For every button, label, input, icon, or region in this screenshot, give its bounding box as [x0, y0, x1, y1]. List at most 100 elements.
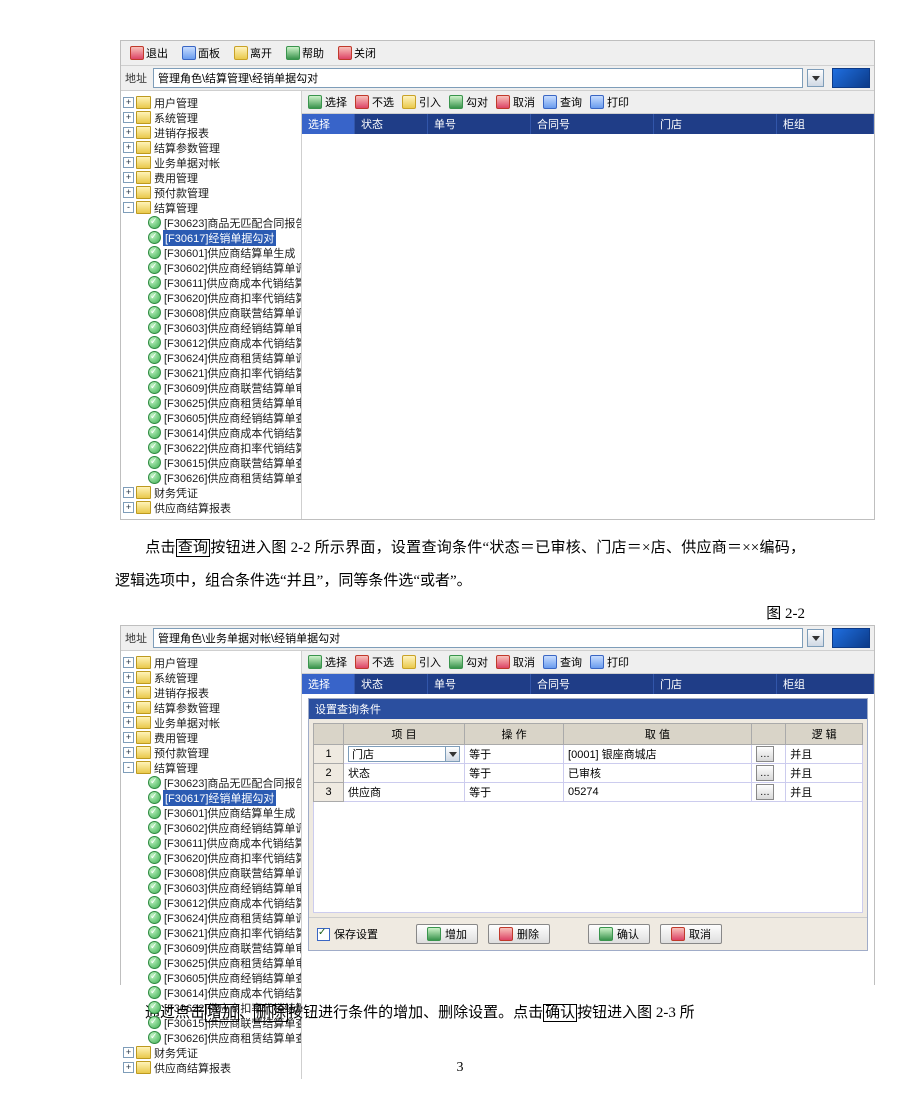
ellipsis-button[interactable]: … — [756, 765, 774, 781]
col-store[interactable]: 门店 — [654, 114, 777, 134]
tree-node[interactable]: [F30617]经销单据勾对 — [121, 230, 301, 245]
tree-node[interactable]: [F30612]供应商成本代销结算单审批 — [121, 895, 301, 910]
tree-node[interactable]: [F30611]供应商成本代销结算单调整 — [121, 835, 301, 850]
tree-node[interactable]: -结算管理 — [121, 760, 301, 775]
tree-node[interactable]: [F30624]供应商租赁结算单调整 — [121, 910, 301, 925]
col-select[interactable]: 选择 — [302, 114, 355, 134]
tree-node[interactable]: +预付款管理 — [121, 745, 301, 760]
tree-node[interactable]: [F30603]供应商经销结算单审批 — [121, 880, 301, 895]
toggle-icon[interactable]: + — [123, 1062, 134, 1073]
tree-node[interactable]: +业务单据对帐 — [121, 155, 301, 170]
tool-import[interactable]: 引入 — [402, 654, 441, 670]
tree-node[interactable]: +费用管理 — [121, 730, 301, 745]
tool-select[interactable]: 选择 — [308, 654, 347, 670]
address-field-2[interactable]: 管理角色\业务单据对帐\经销单据勾对 — [153, 628, 803, 648]
tree-node[interactable]: [F30626]供应商租赁结算单查询 — [121, 470, 301, 485]
condition-row[interactable]: 2状态等于已审核…并且 — [314, 764, 863, 783]
tree-node[interactable]: [F30624]供应商租赁结算单调整 — [121, 350, 301, 365]
col-store[interactable]: 门店 — [654, 674, 777, 694]
toggle-icon[interactable]: + — [123, 487, 134, 498]
tree-node[interactable]: [F30602]供应商经销结算单调整 — [121, 820, 301, 835]
cancel-button[interactable]: 取消 — [660, 924, 722, 944]
menu-help[interactable]: 帮助 — [281, 43, 329, 63]
tree-node[interactable]: +用户管理 — [121, 655, 301, 670]
tool-query[interactable]: 查询 — [543, 94, 582, 110]
toggle-icon[interactable]: + — [123, 672, 134, 683]
tree-node[interactable]: [F30601]供应商结算单生成 — [121, 245, 301, 260]
toggle-icon[interactable]: + — [123, 702, 134, 713]
col-docno[interactable]: 单号 — [428, 674, 531, 694]
tool-query[interactable]: 查询 — [543, 654, 582, 670]
col-select[interactable]: 选择 — [302, 674, 355, 694]
toggle-icon[interactable]: - — [123, 762, 134, 773]
condition-row[interactable]: 1门店等于[0001] 银座商城店…并且 — [314, 745, 863, 764]
condition-row[interactable]: 3供应商等于05274…并且 — [314, 783, 863, 802]
tree-node[interactable]: [F30609]供应商联营结算单审批 — [121, 940, 301, 955]
tool-unselect[interactable]: 不选 — [355, 654, 394, 670]
address-dropdown-2[interactable] — [807, 629, 824, 647]
nav-tree[interactable]: +用户管理+系统管理+进销存报表+结算参数管理+业务单据对帐+费用管理+预付款管… — [121, 91, 302, 519]
col-contractno[interactable]: 合同号 — [531, 674, 654, 694]
tool-select[interactable]: 选择 — [308, 94, 347, 110]
col-contractno[interactable]: 合同号 — [531, 114, 654, 134]
col-state[interactable]: 状态 — [355, 674, 428, 694]
col-cabinet[interactable]: 柜组 — [777, 674, 874, 694]
tree-node[interactable]: [F30612]供应商成本代销结算单审批 — [121, 335, 301, 350]
ok-button[interactable]: 确认 — [588, 924, 650, 944]
toggle-icon[interactable]: + — [123, 157, 134, 168]
tree-node[interactable]: [F30620]供应商扣率代销结算单调整 — [121, 850, 301, 865]
tree-node[interactable]: [F30609]供应商联营结算单审批 — [121, 380, 301, 395]
tree-node[interactable]: +结算参数管理 — [121, 140, 301, 155]
ellipsis-button[interactable]: … — [756, 784, 774, 800]
tool-import[interactable]: 引入 — [402, 94, 441, 110]
tree-node[interactable]: +用户管理 — [121, 95, 301, 110]
toggle-icon[interactable]: + — [123, 732, 134, 743]
menu-close[interactable]: 关闭 — [333, 43, 381, 63]
tree-node[interactable]: [F30625]供应商租赁结算单审批 — [121, 395, 301, 410]
tree-node[interactable]: [F30614]供应商成本代销结算单查询 — [121, 425, 301, 440]
tree-node[interactable]: +财务凭证 — [121, 1045, 301, 1060]
ellipsis-button[interactable]: … — [756, 746, 774, 762]
tree-node[interactable]: +预付款管理 — [121, 185, 301, 200]
tree-node[interactable]: [F30621]供应商扣率代销结算单审批 — [121, 365, 301, 380]
tree-node[interactable]: -结算管理 — [121, 200, 301, 215]
toggle-icon[interactable]: + — [123, 97, 134, 108]
col-cabinet[interactable]: 柜组 — [777, 114, 874, 134]
address-dropdown[interactable] — [807, 69, 824, 87]
toggle-icon[interactable]: + — [123, 142, 134, 153]
col-docno[interactable]: 单号 — [428, 114, 531, 134]
tree-node[interactable]: +费用管理 — [121, 170, 301, 185]
address-field[interactable]: 管理角色\结算管理\经销单据勾对 — [153, 68, 803, 88]
tree-node[interactable]: [F30625]供应商租赁结算单审批 — [121, 955, 301, 970]
tree-node[interactable]: [F30605]供应商经销结算单查询 — [121, 410, 301, 425]
tree-node[interactable]: [F30605]供应商经销结算单查询 — [121, 970, 301, 985]
toggle-icon[interactable]: + — [123, 172, 134, 183]
tool-check[interactable]: 勾对 — [449, 94, 488, 110]
tree-node[interactable]: [F30608]供应商联营结算单调整 — [121, 865, 301, 880]
tree-node[interactable]: [F30601]供应商结算单生成 — [121, 805, 301, 820]
toggle-icon[interactable]: + — [123, 1047, 134, 1058]
delete-button[interactable]: 删除 — [488, 924, 550, 944]
chevron-down-icon[interactable] — [445, 747, 459, 761]
toggle-icon[interactable]: + — [123, 502, 134, 513]
tree-node[interactable]: +进销存报表 — [121, 125, 301, 140]
toggle-icon[interactable]: + — [123, 717, 134, 728]
tree-node[interactable]: [F30622]供应商扣率代销结算单查询 — [121, 440, 301, 455]
tree-node[interactable]: [F30615]供应商联营结算单查询 — [121, 455, 301, 470]
add-button[interactable]: 增加 — [416, 924, 478, 944]
tree-node[interactable]: [F30611]供应商成本代销结算单调整 — [121, 275, 301, 290]
tree-node[interactable]: [F30626]供应商租赁结算单查询 — [121, 1030, 301, 1045]
menu-leave[interactable]: 离开 — [229, 43, 277, 63]
tree-node[interactable]: +供应商结算报表 — [121, 1060, 301, 1075]
tool-check[interactable]: 勾对 — [449, 654, 488, 670]
save-settings-checkbox[interactable]: 保存设置 — [317, 926, 378, 942]
tree-node[interactable]: [F30608]供应商联营结算单调整 — [121, 305, 301, 320]
menu-exit[interactable]: 退出 — [125, 43, 173, 63]
tree-node[interactable]: +结算参数管理 — [121, 700, 301, 715]
tree-node[interactable]: [F30621]供应商扣率代销结算单审批 — [121, 925, 301, 940]
tree-node[interactable]: [F30603]供应商经销结算单审批 — [121, 320, 301, 335]
toggle-icon[interactable]: + — [123, 657, 134, 668]
tool-cancel[interactable]: 取消 — [496, 654, 535, 670]
tree-node[interactable]: +系统管理 — [121, 110, 301, 125]
toggle-icon[interactable]: - — [123, 202, 134, 213]
